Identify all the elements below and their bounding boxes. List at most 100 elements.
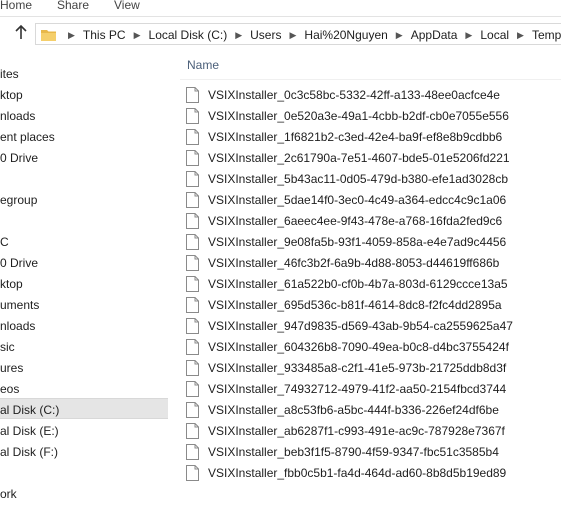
- file-name: VSIXInstaller_5dae14f0-3ec0-4c49-a364-ed…: [208, 192, 507, 207]
- sidebar-item-desktop-pc[interactable]: ktop: [0, 273, 168, 293]
- text-file-icon: [186, 338, 199, 355]
- sidebar-item-music[interactable]: sic: [0, 336, 168, 356]
- list-item[interactable]: VSIXInstaller_61a522b0-cf0b-4b7a-803d-61…: [186, 273, 516, 294]
- list-item[interactable]: VSIXInstaller_5dae14f0-3ec0-4c49-a364-ed…: [186, 189, 516, 210]
- breadcrumb-user[interactable]: Hai%20Nguyen: [304, 28, 387, 42]
- sidebar-item-pictures[interactable]: ures: [0, 357, 168, 377]
- file-name: VSIXInstaller_1f6821b2-c3ed-42e4-ba9f-ef…: [208, 129, 503, 144]
- tab-view[interactable]: View: [114, 0, 140, 12]
- file-name: VSIXInstaller_2c61790a-7e51-4607-bde5-01…: [208, 150, 510, 165]
- list-item[interactable]: VSIXInstaller_0e520a3e-49a1-4cbb-b2df-cb…: [186, 105, 516, 126]
- breadcrumb-local[interactable]: Local: [480, 28, 509, 42]
- list-item[interactable]: VSIXInstaller_947d9835-d569-43ab-9b54-ca…: [186, 315, 516, 336]
- sidebar-item-label: sic: [0, 340, 15, 354]
- sidebar-item-documents[interactable]: uments: [0, 294, 168, 314]
- list-item[interactable]: VSIXInstaller_74932712-4979-41f2-aa50-21…: [186, 378, 516, 399]
- list-item[interactable]: VSIXInstaller_2c61790a-7e51-4607-bde5-01…: [186, 147, 516, 168]
- column-header-name[interactable]: Name: [187, 58, 219, 72]
- text-file-icon: [186, 254, 199, 271]
- breadcrumb: ▶ This PC ▶ Local Disk (C:) ▶ Users ▶ Ha…: [60, 24, 561, 46]
- text-file-icon: [186, 149, 199, 166]
- text-file-icon: [186, 212, 199, 229]
- chevron-right-icon[interactable]: ▶: [517, 30, 524, 41]
- tab-share[interactable]: Share: [57, 0, 89, 12]
- sidebar-item-favorites[interactable]: ites: [0, 63, 168, 83]
- chevron-right-icon[interactable]: ▶: [235, 30, 242, 41]
- sidebar-item-local-disk-e[interactable]: al Disk (E:): [0, 420, 168, 440]
- list-item[interactable]: VSIXInstaller_a8c53fb6-a5bc-444f-b336-22…: [186, 399, 516, 420]
- breadcrumb-local-disk-c[interactable]: Local Disk (C:): [149, 28, 228, 42]
- sidebar-item-recent-places[interactable]: ent places: [0, 126, 168, 146]
- file-name: VSIXInstaller_947d9835-d569-43ab-9b54-ca…: [208, 318, 513, 333]
- sidebar-item-local-disk-c[interactable]: al Disk (C:): [0, 398, 168, 419]
- list-item[interactable]: VSIXInstaller_6aeec4ee-9f43-478e-a768-16…: [186, 210, 516, 231]
- sidebar-item-label: ktop: [0, 277, 23, 291]
- sidebar-item-label: eos: [0, 382, 20, 396]
- text-file-icon: [186, 170, 199, 187]
- list-item[interactable]: VSIXInstaller_1f6821b2-c3ed-42e4-ba9f-ef…: [186, 126, 516, 147]
- list-item[interactable]: VSIXInstaller_695d536c-b81f-4614-8dc8-f2…: [186, 294, 516, 315]
- text-file-icon: [186, 422, 199, 439]
- breadcrumb-this-pc[interactable]: This PC: [83, 28, 126, 42]
- file-name: VSIXInstaller_9e08fa5b-93f1-4059-858a-e4…: [208, 234, 507, 249]
- list-item[interactable]: VSIXInstaller_9e08fa5b-93f1-4059-858a-e4…: [186, 231, 516, 252]
- up-arrow-icon[interactable]: [14, 24, 30, 42]
- address-bar[interactable]: ▶ This PC ▶ Local Disk (C:) ▶ Users ▶ Ha…: [35, 23, 561, 45]
- list-item[interactable]: VSIXInstaller_beb3f1f5-8790-4f59-9347-fb…: [186, 441, 516, 462]
- file-name: VSIXInstaller_61a522b0-cf0b-4b7a-803d-61…: [208, 276, 508, 291]
- chevron-right-icon[interactable]: ▶: [289, 30, 296, 41]
- sidebar-item-onedrive[interactable]: 0 Drive: [0, 147, 168, 167]
- sidebar-item-onedrive-pc[interactable]: 0 Drive: [0, 252, 168, 272]
- column-header-divider: [180, 79, 561, 80]
- sidebar-item-label: C: [0, 235, 9, 249]
- file-name: VSIXInstaller_46fc3b2f-6a9b-4d88-8053-d4…: [208, 255, 500, 270]
- sidebar-item-downloads[interactable]: nloads: [0, 105, 168, 125]
- file-name: VSIXInstaller_fbb0c5b1-fa4d-464d-ad60-8b…: [208, 465, 507, 480]
- chevron-right-icon[interactable]: ▶: [396, 30, 403, 41]
- sidebar-item-label: ork: [0, 487, 17, 501]
- sidebar-item-label: 0 Drive: [0, 151, 39, 165]
- breadcrumb-temp[interactable]: Temp: [532, 28, 561, 42]
- sidebar-item-local-disk-f[interactable]: al Disk (F:): [0, 441, 168, 461]
- ribbon: Home Share View: [0, 0, 561, 17]
- file-name: VSIXInstaller_0c3c58bc-5332-42ff-a133-48…: [208, 87, 500, 102]
- breadcrumb-users[interactable]: Users: [250, 28, 281, 42]
- sidebar-item-label: al Disk (E:): [0, 424, 59, 438]
- chevron-right-icon[interactable]: ▶: [465, 30, 472, 41]
- list-item[interactable]: VSIXInstaller_604326b8-7090-49ea-b0c8-d4…: [186, 336, 516, 357]
- file-name: VSIXInstaller_695d536c-b81f-4614-8dc8-f2…: [208, 297, 502, 312]
- sidebar-item-this-pc[interactable]: C: [0, 231, 168, 251]
- sidebar-item-label: nloads: [0, 319, 36, 333]
- file-name: VSIXInstaller_a8c53fb6-a5bc-444f-b336-22…: [208, 402, 499, 417]
- sidebar-item-homegroup[interactable]: egroup: [0, 189, 168, 209]
- text-file-icon: [186, 317, 199, 334]
- sidebar-item-label: uments: [0, 298, 40, 312]
- list-item[interactable]: VSIXInstaller_5b43ac11-0d05-479d-b380-ef…: [186, 168, 516, 189]
- navigation-bar: ▶ This PC ▶ Local Disk (C:) ▶ Users ▶ Ha…: [0, 17, 561, 50]
- chevron-right-icon[interactable]: ▶: [68, 30, 75, 41]
- tab-home[interactable]: Home: [0, 0, 32, 12]
- text-file-icon: [186, 128, 199, 145]
- list-item[interactable]: VSIXInstaller_0c3c58bc-5332-42ff-a133-48…: [186, 84, 516, 105]
- list-item[interactable]: VSIXInstaller_46fc3b2f-6a9b-4d88-8053-d4…: [186, 252, 516, 273]
- text-file-icon: [186, 296, 199, 313]
- text-file-icon: [186, 359, 199, 376]
- sidebar-item-downloads-pc[interactable]: nloads: [0, 315, 168, 335]
- list-item[interactable]: VSIXInstaller_933485a8-c2f1-41e5-973b-21…: [186, 357, 516, 378]
- list-item[interactable]: VSIXInstaller_ab6287f1-c993-491e-ac9c-78…: [186, 420, 516, 441]
- navigation-pane: ites ktop nloads ent places 0 Drive egro…: [0, 50, 168, 524]
- file-name: VSIXInstaller_0e520a3e-49a1-4cbb-b2df-cb…: [208, 108, 509, 123]
- list-item[interactable]: VSIXInstaller_fbb0c5b1-fa4d-464d-ad60-8b…: [186, 462, 516, 483]
- text-file-icon: [186, 380, 199, 397]
- sidebar-item-desktop[interactable]: ktop: [0, 84, 168, 104]
- sidebar-item-network[interactable]: ork: [0, 483, 168, 503]
- breadcrumb-appdata[interactable]: AppData: [411, 28, 458, 42]
- file-name: VSIXInstaller_933485a8-c2f1-41e5-973b-21…: [208, 360, 507, 375]
- file-name: VSIXInstaller_604326b8-7090-49ea-b0c8-d4…: [208, 339, 509, 354]
- file-name: VSIXInstaller_6aeec4ee-9f43-478e-a768-16…: [208, 213, 503, 228]
- sidebar-item-label: 0 Drive: [0, 256, 39, 270]
- sidebar-item-label: ites: [0, 67, 19, 81]
- chevron-right-icon[interactable]: ▶: [134, 30, 141, 41]
- sidebar-item-videos[interactable]: eos: [0, 378, 168, 398]
- file-name: VSIXInstaller_74932712-4979-41f2-aa50-21…: [208, 381, 507, 396]
